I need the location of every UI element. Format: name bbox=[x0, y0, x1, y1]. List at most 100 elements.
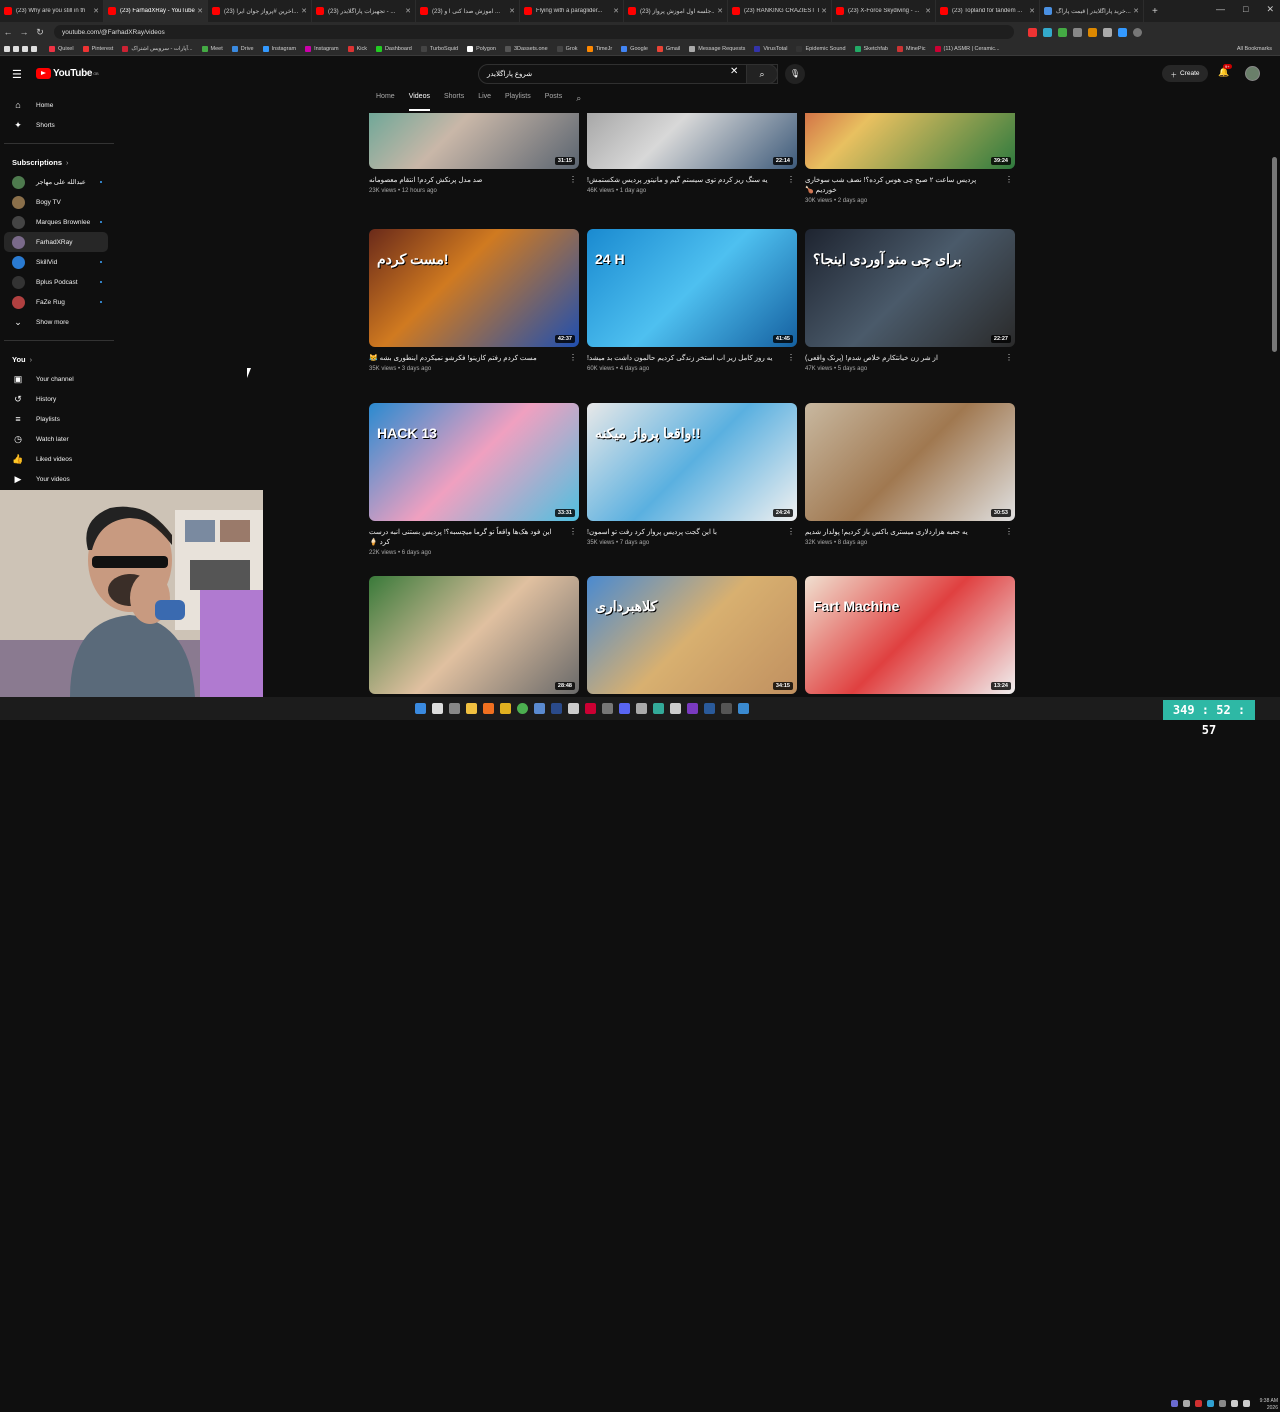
sidebar-item-home[interactable]: ⌂ Home bbox=[0, 95, 118, 115]
bookmark-item[interactable]: Polygon bbox=[467, 45, 496, 52]
task-view-icon[interactable] bbox=[449, 703, 460, 714]
tab-close-icon[interactable]: ✕ bbox=[509, 7, 515, 15]
search-button[interactable]: ⌕ bbox=[746, 64, 778, 84]
sidebar-item-your-channel[interactable]: ▣ Your channel bbox=[0, 369, 118, 389]
tab-posts[interactable]: Posts bbox=[545, 93, 563, 111]
app-icon[interactable] bbox=[721, 703, 732, 714]
video-card[interactable]: Fart Machine 13:24 bbox=[805, 576, 1015, 694]
tab-live[interactable]: Live bbox=[478, 93, 491, 111]
tray-icon[interactable] bbox=[1219, 1400, 1226, 1407]
browser-tab[interactable]: (23) X-Force Skydiving - ... ✕ bbox=[832, 0, 936, 22]
app-icon[interactable] bbox=[687, 703, 698, 714]
sidebar-item-shorts[interactable]: ✦ Shorts bbox=[0, 115, 118, 135]
browser-tab[interactable]: (23) آخرین #پرواز جوان ایرا... ✕ bbox=[208, 0, 312, 22]
bookmark-item[interactable]: TurboSquid bbox=[420, 45, 458, 52]
extension-icon[interactable] bbox=[1043, 27, 1052, 37]
bookmark-item[interactable]: Grok bbox=[556, 45, 578, 52]
app-icon[interactable] bbox=[636, 703, 647, 714]
video-thumbnail[interactable]: واقعا پرواز میکنه!! 24:24 bbox=[587, 403, 797, 521]
tray-icon[interactable] bbox=[1195, 1400, 1202, 1407]
tab-close-icon[interactable]: ✕ bbox=[613, 7, 619, 15]
tab-close-icon[interactable]: ✕ bbox=[93, 7, 99, 15]
bookmark-item[interactable]: TimeJr bbox=[586, 45, 612, 52]
video-thumbnail[interactable]: Fart Machine 13:24 bbox=[805, 576, 1015, 694]
sidebar-item-liked-videos[interactable]: 👍 Liked videos bbox=[0, 449, 118, 469]
app-icon[interactable] bbox=[738, 703, 749, 714]
tab-close-icon[interactable]: ✕ bbox=[821, 7, 827, 15]
bookmark-item[interactable]: (11) ASMR | Ceramic... bbox=[934, 45, 1000, 52]
video-card[interactable]: 24 H 41:45 ⋮ یه روز کامل زیر اب استخر زندگی… bbox=[587, 229, 797, 372]
sidebar-subscription-item[interactable]: FaZe Rug bbox=[0, 292, 118, 312]
extension-icon[interactable] bbox=[1103, 27, 1112, 37]
extension-icon[interactable] bbox=[1118, 27, 1127, 37]
video-card[interactable]: 31:15 ⋮ صد مدل پرنکش کردم! انتقام معصومانه… bbox=[369, 113, 579, 194]
forward-arrow-icon[interactable]: → bbox=[16, 27, 32, 37]
back-arrow-icon[interactable]: ← bbox=[0, 27, 16, 37]
video-title[interactable]: صد مدل پرنکش کردم! انتقام معصومانه bbox=[369, 176, 579, 186]
chrome-icon[interactable] bbox=[517, 703, 528, 714]
sidebar-subscription-item[interactable]: Bplus Podcast bbox=[0, 272, 118, 292]
video-title[interactable]: مست کردم رفتم کازینو! فکرشو نمیکردم اینط… bbox=[369, 354, 579, 364]
tab-close-icon[interactable]: ✕ bbox=[301, 7, 307, 15]
video-thumbnail[interactable]: 24 H 41:45 bbox=[587, 229, 797, 347]
video-title[interactable]: با این گجت پردیس پرواز کرد رفت تو اسمون! bbox=[587, 528, 797, 538]
tab-shorts[interactable]: Shorts bbox=[444, 93, 464, 111]
video-card[interactable]: HACK 13 33:31 ⋮ این فود هک‌ها واقعاً تو گرم… bbox=[369, 403, 579, 556]
app-icon[interactable] bbox=[704, 703, 715, 714]
new-tab-button[interactable]: + bbox=[1144, 6, 1166, 17]
bookmark-item[interactable]: Kick bbox=[347, 45, 367, 52]
profile-icon[interactable] bbox=[1133, 27, 1142, 37]
sidebar-subscription-item[interactable]: Bogy TV bbox=[0, 192, 118, 212]
app-icon[interactable] bbox=[568, 703, 579, 714]
bookmark-item[interactable]: VirusTotal bbox=[754, 45, 787, 52]
voice-search-icon[interactable]: 🎙 bbox=[785, 64, 805, 84]
tray-icon[interactable] bbox=[1243, 1400, 1250, 1407]
bookmark-item[interactable]: Google bbox=[621, 45, 648, 52]
video-thumbnail[interactable]: HACK 13 33:31 bbox=[369, 403, 579, 521]
more-options-icon[interactable]: ⋮ bbox=[569, 175, 577, 184]
video-thumbnail[interactable]: مست کردم! 42:37 bbox=[369, 229, 579, 347]
bookmark-item[interactable]: Dashboard bbox=[375, 45, 412, 52]
more-options-icon[interactable]: ⋮ bbox=[787, 175, 795, 184]
you-heading[interactable]: You › bbox=[0, 349, 118, 369]
app-icon[interactable] bbox=[534, 703, 545, 714]
video-title[interactable]: از شر زن خیانتکارم خلاص شدم! (پرنک واقعی… bbox=[805, 354, 1015, 364]
sidebar-subscription-item[interactable]: FarhadXRay bbox=[4, 232, 108, 252]
bookmark-item[interactable]: Instagram bbox=[262, 45, 296, 52]
more-options-icon[interactable]: ⋮ bbox=[787, 353, 795, 362]
sidebar-item-your-videos[interactable]: ▶ Your videos bbox=[0, 469, 118, 489]
video-card[interactable]: برای چی منو آوردی اینجا؟ 22:27 ⋮ از شر زن خ… bbox=[805, 229, 1015, 372]
video-card[interactable]: 22:14 ⋮ یه سنگ ریز کردم توی سیستم گیم و ما… bbox=[587, 113, 797, 194]
tab-close-icon[interactable]: ✕ bbox=[405, 7, 411, 15]
show-more-button[interactable]: ⌄ Show more bbox=[0, 312, 118, 332]
video-title[interactable]: یه روز کامل زیر اب استخر زندگی کردیم حال… bbox=[587, 354, 797, 364]
channel-search-icon[interactable]: ⌕ bbox=[576, 93, 581, 111]
subscriptions-heading[interactable]: Subscriptions › bbox=[0, 152, 118, 172]
video-title[interactable]: این فود هک‌ها واقعاً تو گرما میچسبه؟! پر… bbox=[369, 528, 579, 548]
video-thumbnail[interactable]: 31:15 bbox=[369, 113, 579, 169]
video-card[interactable]: 30:53 ⋮ یه جعبه هزاردلاری میستری باکس باز … bbox=[805, 403, 1015, 546]
sidebar-subscription-item[interactable]: عبدالله علی مهاجر bbox=[0, 172, 118, 192]
tab-close-icon[interactable]: ✕ bbox=[197, 7, 203, 15]
youtube-logo[interactable]: YouTube GB bbox=[36, 68, 99, 79]
page-scrollbar[interactable] bbox=[1272, 157, 1277, 352]
reload-icon[interactable]: ↻ bbox=[32, 27, 48, 38]
bookmark-item[interactable]: Epidemic Sound bbox=[796, 45, 846, 52]
extension-icon[interactable] bbox=[1028, 27, 1037, 37]
video-card[interactable]: 39:24 ⋮ پردیس ساعت ۲ صبح چی هوس کرده؟! نصف… bbox=[805, 113, 1015, 204]
sidebar-item-watch-later[interactable]: ◷ Watch later bbox=[0, 429, 118, 449]
maximize-button[interactable]: □ bbox=[1243, 4, 1248, 15]
tab-videos[interactable]: Videos bbox=[408, 93, 430, 111]
extension-icon[interactable] bbox=[1073, 27, 1082, 37]
bookmark-item[interactable]: Pinterest bbox=[82, 45, 113, 52]
all-bookmarks-button[interactable]: All Bookmarks bbox=[1237, 46, 1272, 52]
tab-close-icon[interactable]: ✕ bbox=[717, 7, 723, 15]
app-icon[interactable] bbox=[500, 703, 511, 714]
video-card[interactable]: کلاهبرداری 34:15 bbox=[587, 576, 797, 694]
notifications-bell-icon[interactable]: 🔔 9+ bbox=[1218, 64, 1232, 78]
menu-icon[interactable]: ☰ bbox=[12, 68, 22, 81]
app-icon[interactable] bbox=[585, 703, 596, 714]
more-options-icon[interactable]: ⋮ bbox=[1005, 175, 1013, 184]
url-field[interactable]: youtube.com/@FarhadXRay/videos bbox=[54, 25, 1014, 39]
minimize-button[interactable]: — bbox=[1216, 4, 1225, 15]
